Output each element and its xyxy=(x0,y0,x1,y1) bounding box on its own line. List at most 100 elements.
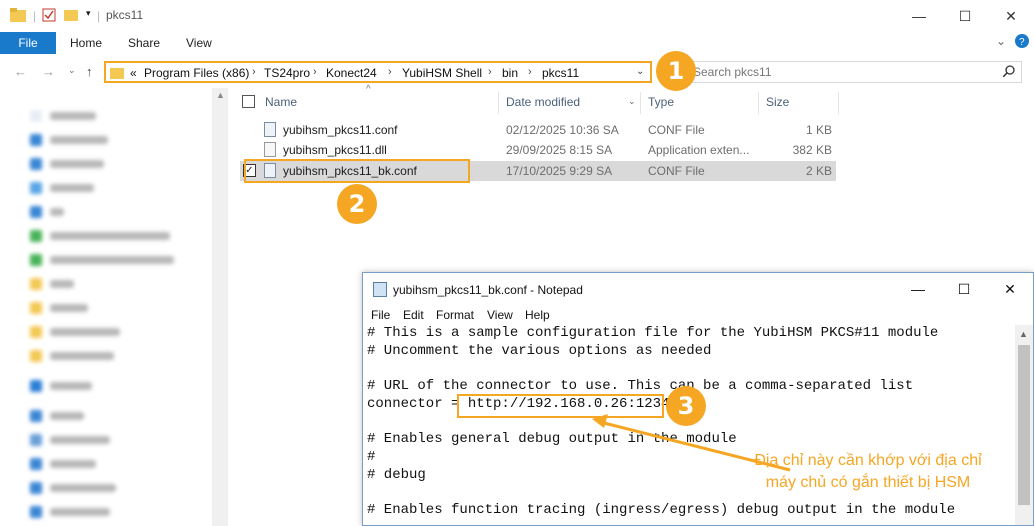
address-overflow[interactable]: « xyxy=(130,66,137,80)
ribbon: File Home Share View ⌄ ? xyxy=(0,32,1034,54)
step-badge-1: 1 xyxy=(656,51,696,91)
properties-icon[interactable] xyxy=(42,8,56,25)
code-line: # Enables general debug output in the mo… xyxy=(367,431,737,447)
nav-item[interactable] xyxy=(30,134,108,146)
code-line: # URL of the connector to use. This can … xyxy=(367,378,914,394)
navigation-pane[interactable] xyxy=(0,88,212,526)
tab-home[interactable]: Home xyxy=(70,36,102,50)
file-row[interactable]: yubihsm_pkcs11.dll 29/09/2025 8:15 SA Ap… xyxy=(240,140,836,160)
column-header-date[interactable]: Date modified xyxy=(506,95,580,115)
column-header-name[interactable]: Name xyxy=(265,95,297,115)
conf-file-icon xyxy=(264,122,276,137)
menu-file[interactable]: File xyxy=(371,308,390,322)
search-input[interactable]: Search pkcs11 xyxy=(693,65,772,79)
column-divider[interactable] xyxy=(640,92,641,114)
maximize-button[interactable]: ☐ xyxy=(942,0,988,32)
breadcrumb-ts24pro[interactable]: TS24pro xyxy=(264,66,310,80)
recent-locations-chevron-icon[interactable]: ⌄ xyxy=(68,65,76,76)
tab-view[interactable]: View xyxy=(186,36,212,50)
nav-item[interactable] xyxy=(30,278,74,290)
nav-item[interactable] xyxy=(30,230,170,242)
notepad-menubar: File Edit Format View Help xyxy=(363,305,1033,325)
forward-arrow-icon[interactable]: → xyxy=(42,64,55,79)
tab-file[interactable]: File xyxy=(0,32,56,54)
customize-quick-access-icon[interactable]: ▾ xyxy=(86,8,91,19)
address-bar[interactable]: « Program Files (x86) › TS24pro › Konect… xyxy=(104,61,652,83)
svg-text:?: ? xyxy=(1019,37,1025,48)
chevron-up-icon[interactable]: ▲ xyxy=(216,90,225,100)
nav-item[interactable] xyxy=(30,206,64,218)
menu-edit[interactable]: Edit xyxy=(403,308,424,322)
file-size: 1 KB xyxy=(805,123,832,137)
menu-view[interactable]: View xyxy=(487,308,513,322)
window-title: pkcs11 xyxy=(106,8,144,22)
file-date: 29/09/2025 8:15 SA xyxy=(506,143,613,157)
nav-item[interactable] xyxy=(30,482,116,494)
column-divider[interactable] xyxy=(498,92,499,114)
breadcrumb-yubihsm-shell[interactable]: YubiHSM Shell xyxy=(402,66,482,80)
file-name[interactable]: yubihsm_pkcs11.conf xyxy=(283,123,398,137)
step-badge-3: 3 xyxy=(666,386,706,426)
file-date: 17/10/2025 9:29 SA xyxy=(506,164,613,178)
nav-item[interactable] xyxy=(30,506,110,518)
breadcrumb-pkcs11[interactable]: pkcs11 xyxy=(542,66,579,80)
back-arrow-icon[interactable]: ← xyxy=(14,64,27,79)
breadcrumb-separator[interactable]: › xyxy=(252,66,256,78)
notepad-close-button[interactable]: ✕ xyxy=(987,273,1033,305)
breadcrumb-separator[interactable]: › xyxy=(528,66,532,78)
nav-item[interactable] xyxy=(30,182,94,194)
nav-item[interactable] xyxy=(30,326,120,338)
file-row[interactable]: yubihsm_pkcs11.conf 02/12/2025 10:36 SA … xyxy=(240,120,836,140)
chevron-down-icon[interactable]: ⌄ xyxy=(628,96,636,107)
select-all-checkbox[interactable] xyxy=(242,95,255,108)
code-line: # This is a sample configuration file fo… xyxy=(367,325,939,341)
breadcrumb-separator[interactable]: › xyxy=(313,66,317,78)
nav-item[interactable] xyxy=(30,110,96,122)
sort-ascending-icon: ^ xyxy=(366,84,371,95)
chevron-down-icon[interactable]: ⌄ xyxy=(996,34,1006,48)
nav-item[interactable] xyxy=(30,254,174,266)
nav-item[interactable] xyxy=(30,302,88,314)
search-icon[interactable] xyxy=(1002,65,1015,80)
notepad-minimize-button[interactable]: — xyxy=(895,273,941,305)
column-header-size[interactable]: Size xyxy=(766,95,789,115)
close-button[interactable]: ✕ xyxy=(988,0,1034,32)
breadcrumb-separator[interactable]: › xyxy=(388,66,392,78)
file-name[interactable]: yubihsm_pkcs11.dll xyxy=(283,143,387,157)
tab-share[interactable]: Share xyxy=(128,36,160,50)
nav-item[interactable] xyxy=(30,434,110,446)
menu-help[interactable]: Help xyxy=(525,308,550,322)
annotation-note-line1: Địa chỉ này cần khớp với địa chỉ xyxy=(754,452,982,469)
menu-format[interactable]: Format xyxy=(436,308,474,322)
breadcrumb-separator[interactable]: › xyxy=(488,66,492,78)
nav-item[interactable] xyxy=(30,158,104,170)
column-divider[interactable] xyxy=(838,92,839,114)
new-folder-icon[interactable] xyxy=(64,8,78,25)
chevron-down-icon[interactable]: ⌄ xyxy=(636,66,644,77)
code-line: # xyxy=(367,449,376,465)
column-header-type[interactable]: Type xyxy=(648,95,674,115)
file-size: 382 KB xyxy=(792,143,832,157)
dll-file-icon xyxy=(264,142,276,157)
breadcrumb-bin[interactable]: bin xyxy=(502,66,518,80)
nav-item[interactable] xyxy=(30,458,96,470)
code-line: # Enables function tracing (ingress/egre… xyxy=(367,502,956,518)
up-arrow-icon[interactable]: ↑ xyxy=(86,64,93,79)
nav-item[interactable] xyxy=(30,410,84,422)
notepad-scrollbar[interactable]: ▲ xyxy=(1015,325,1033,525)
divider: | xyxy=(33,9,37,23)
column-divider[interactable] xyxy=(758,92,759,114)
minimize-button[interactable]: — xyxy=(896,0,942,32)
navigation-scrollbar[interactable]: ▲ xyxy=(212,88,228,526)
notepad-maximize-button[interactable]: ☐ xyxy=(941,273,987,305)
file-date: 02/12/2025 10:36 SA xyxy=(506,123,619,137)
highlight-box-file xyxy=(244,159,470,183)
chevron-up-icon[interactable]: ▲ xyxy=(1019,329,1028,339)
search-box[interactable]: Search pkcs11 xyxy=(688,61,1022,83)
breadcrumb-konect24[interactable]: Konect24 xyxy=(326,66,377,80)
scrollbar-thumb[interactable] xyxy=(1018,345,1030,505)
nav-item[interactable] xyxy=(30,380,92,392)
breadcrumb-program-files[interactable]: Program Files (x86) xyxy=(144,66,249,80)
nav-item[interactable] xyxy=(30,350,114,362)
help-icon[interactable]: ? xyxy=(1015,34,1029,51)
